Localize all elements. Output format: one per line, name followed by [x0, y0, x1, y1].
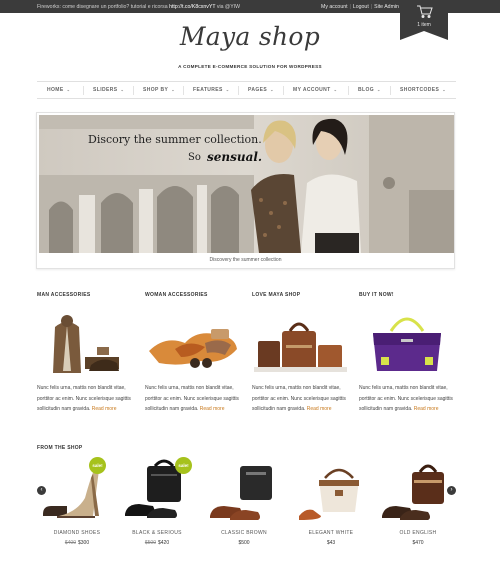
chevron-down-icon: ⌄ [171, 87, 175, 92]
site-logo[interactable]: Maya shop [150, 22, 350, 51]
sale-badge: sale! [89, 457, 106, 474]
product-price: $500 $420 [117, 540, 197, 546]
product-old-price: $500 [144, 540, 156, 546]
nav-divider [238, 86, 239, 95]
nav-label: BLOG [358, 87, 375, 93]
nav-item-features[interactable]: FEATURES ⌄ [193, 87, 230, 93]
chevron-down-icon: ⌄ [66, 87, 71, 92]
feature-heading: BUY IT NOW! [359, 292, 394, 298]
my-account-link[interactable]: My account [321, 4, 348, 10]
logout-link[interactable]: Logout [353, 4, 369, 10]
latest-tweet: Fireworks: come disegnare un portfolio? … [37, 4, 240, 10]
product-image [299, 468, 359, 520]
nav-divider [348, 86, 349, 95]
buy-it-now-image[interactable] [359, 305, 456, 377]
hero-slider[interactable]: Discory the summer collection. So sensua… [36, 112, 455, 269]
product-price: $470 [378, 540, 458, 546]
feature-woman-accessories: WOMAN ACCESSORIES Nunc felis urna, matti… [145, 292, 242, 412]
separator: | [349, 4, 351, 10]
product-current-price: $300 [78, 540, 90, 546]
read-more-link[interactable]: Read more [200, 406, 225, 412]
tweet-via: via @YIW [216, 4, 240, 10]
woman-accessories-image[interactable] [145, 305, 242, 377]
product-price: $500 [204, 540, 284, 546]
nav-label: SLIDERS [93, 87, 118, 93]
separator: | [370, 4, 373, 10]
nav-divider [183, 86, 184, 95]
slide-subtitle-emphasis: sensual. [207, 150, 263, 164]
nav-label: HOME [47, 87, 64, 93]
product-current-price: $43 [326, 540, 336, 546]
product-name[interactable]: BLACK & SERIOUS [117, 530, 197, 536]
slide-subtitle: So [188, 152, 201, 163]
product-old-price: $400 [64, 540, 76, 546]
nav-item-shortcodes[interactable]: SHORTCODES ⌄ [400, 87, 446, 93]
nav-label: MY ACCOUNT [293, 87, 331, 93]
chevron-down-icon: ⌄ [270, 87, 274, 92]
chevron-down-icon: ⌄ [377, 87, 381, 92]
nav-label: SHORTCODES [400, 87, 440, 93]
product-current-price: $420 [158, 540, 170, 546]
feature-text: Nunc felis urna, mattis non blandit vita… [252, 383, 352, 415]
feature-text: Nunc felis urna, mattis non blandit vita… [37, 383, 137, 415]
product-image [210, 466, 272, 520]
product-current-price: $500 [238, 540, 250, 546]
feature-heading: WOMAN ACCESSORIES [145, 292, 208, 298]
feature-description: Nunc felis urna, mattis non blandit vita… [359, 385, 453, 412]
nav-item-home[interactable]: HOME ⌄ [47, 87, 70, 93]
slide-caption: Discovery the summer collection [209, 257, 282, 263]
chevron-down-icon: ⌄ [333, 87, 338, 92]
feature-description: Nunc felis urna, mattis non blandit vita… [252, 385, 346, 412]
nav-divider [390, 86, 391, 95]
product-name[interactable]: ELEGANT WHITE [291, 530, 371, 536]
read-more-link[interactable]: Read more [92, 406, 117, 412]
nav-item-pages[interactable]: PAGES ⌄ [248, 87, 274, 93]
chevron-down-icon: ⌄ [225, 87, 230, 92]
feature-heading: LOVE MAYA SHOP [252, 292, 301, 298]
nav-label: PAGES [248, 87, 268, 93]
feature-heading: MAN ACCESSORIES [37, 292, 91, 298]
feature-buy-it-now: BUY IT NOW! Nunc felis urna, mattis non … [359, 292, 456, 412]
read-more-link[interactable]: Read more [307, 406, 332, 412]
feature-love-maya-shop: LOVE MAYA SHOP Nunc felis urna, mattis n… [252, 292, 349, 412]
nav-item-sliders[interactable]: SLIDERS ⌄ [93, 87, 124, 93]
chevron-down-icon: ⌄ [442, 87, 447, 92]
nav-divider [133, 86, 134, 95]
feature-text: Nunc felis urna, mattis non blandit vita… [359, 383, 459, 415]
tweet-link[interactable]: http://t.co/K8cxnvYT [169, 4, 215, 10]
nav-label: SHOP BY [143, 87, 169, 93]
product-name[interactable]: DIAMOND SHOES [37, 530, 117, 536]
feature-description: Nunc felis urna, mattis non blandit vita… [37, 385, 131, 412]
sale-badge: sale! [175, 457, 192, 474]
main-nav: HOME ⌄ SLIDERS ⌄ SHOP BY ⌄ FEATURES ⌄ PAGES ⌄… [37, 81, 456, 99]
nav-divider [283, 86, 284, 95]
product-name[interactable]: CLASSIC BROWN [204, 530, 284, 536]
product-name[interactable]: OLD ENGLISH [378, 530, 458, 536]
product-price: $43 [291, 540, 371, 546]
product-current-price: $470 [412, 540, 424, 546]
cart-tab[interactable]: 1 item [400, 0, 448, 40]
shopping-cart-icon [417, 5, 433, 18]
site-tagline: A COMPLETE E-COMMERCE SOLUTION FOR WORDP… [178, 64, 322, 69]
man-accessories-image[interactable] [37, 305, 134, 377]
chevron-down-icon: ⌄ [120, 87, 125, 92]
read-more-link[interactable]: Read more [414, 406, 439, 412]
slide-headline: Discory the summer collection. [88, 133, 262, 146]
nav-item-my-account[interactable]: MY ACCOUNT ⌄ [293, 87, 337, 93]
nav-label: FEATURES [193, 87, 223, 93]
tweet-text: Fireworks: come disegnare un portfolio? … [37, 4, 168, 10]
feature-text: Nunc felis urna, mattis non blandit vita… [145, 383, 245, 415]
from-the-shop-heading: FROM THE SHOP [37, 445, 83, 451]
product-image [382, 464, 444, 520]
love-maya-shop-image[interactable] [252, 305, 349, 377]
site-admin-link[interactable]: Site Admin [374, 4, 399, 10]
nav-item-blog[interactable]: BLOG ⌄ [358, 87, 381, 93]
nav-divider [83, 86, 84, 95]
account-links: My account | Logout | Site Admin [321, 4, 399, 10]
cart-count: 1 item [417, 22, 431, 28]
product-price: $400 $300 [37, 540, 117, 546]
feature-man-accessories: MAN ACCESSORIES Nunc felis urna, mattis … [37, 292, 134, 412]
nav-item-shop-by[interactable]: SHOP BY ⌄ [143, 87, 175, 93]
feature-description: Nunc felis urna, mattis non blandit vita… [145, 385, 239, 412]
